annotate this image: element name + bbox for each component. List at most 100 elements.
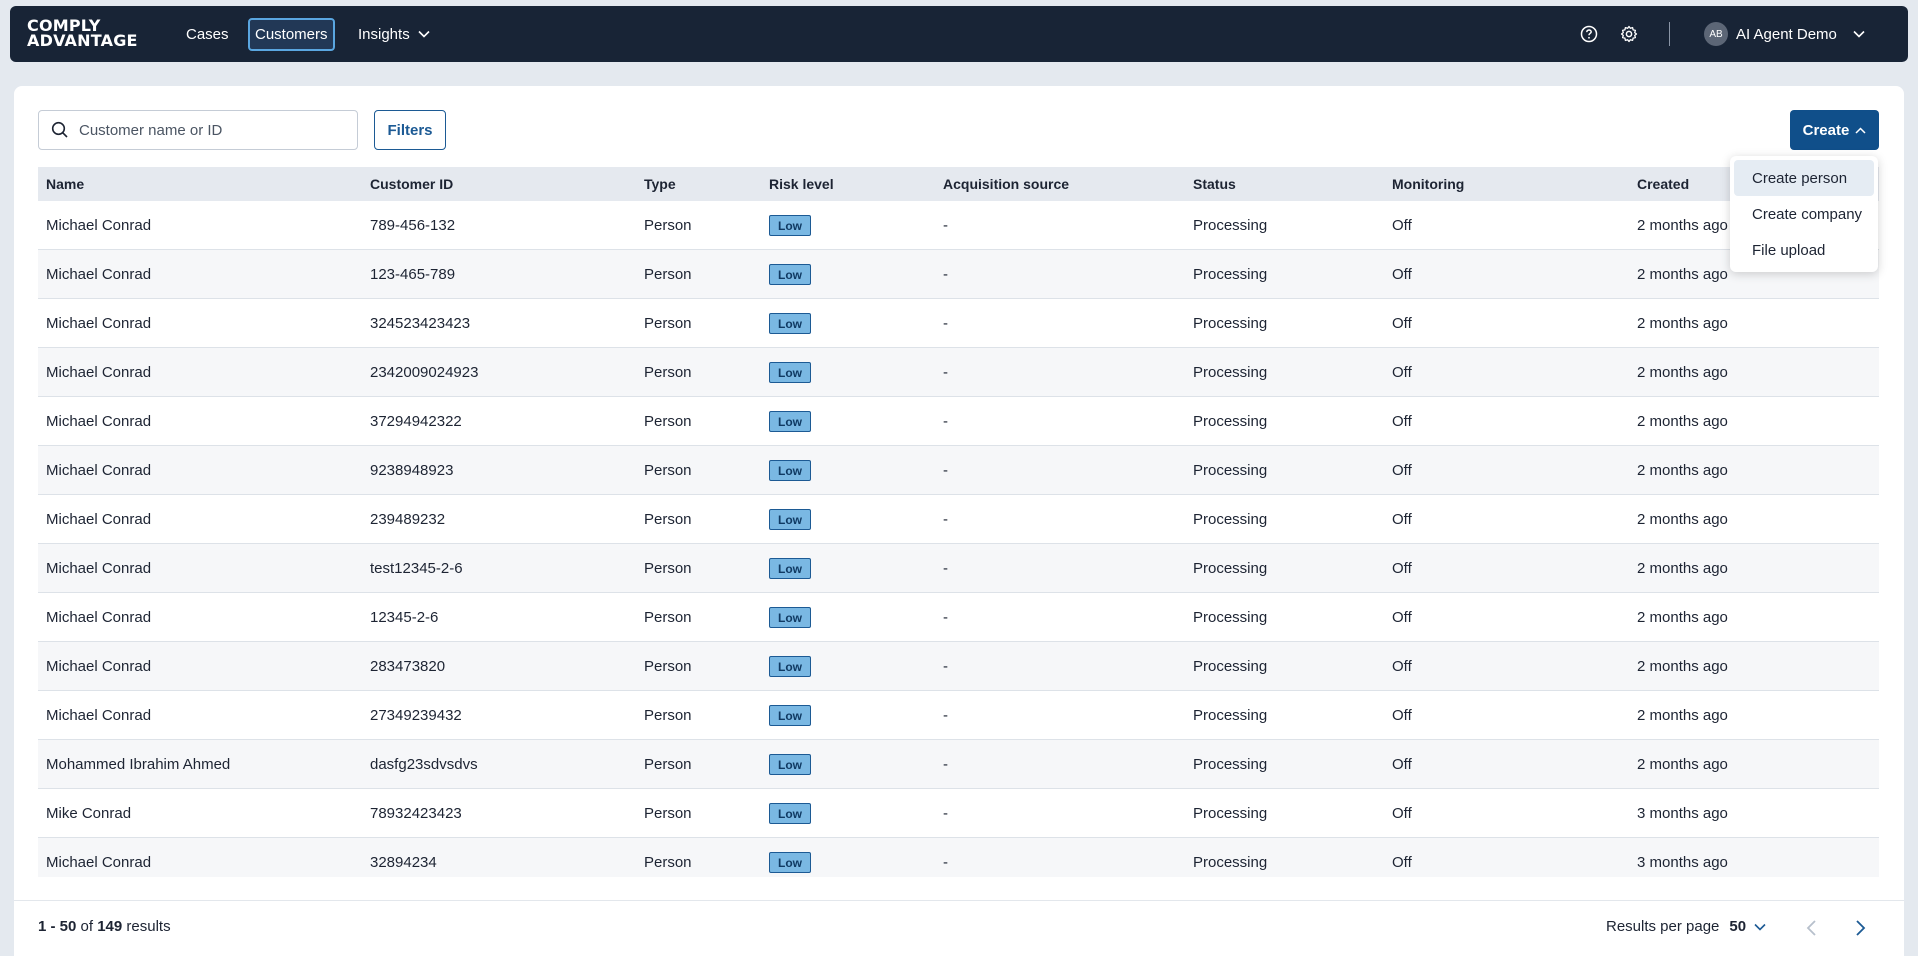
nav-customers[interactable]: Customers	[248, 18, 335, 51]
risk-level-badge: Low	[769, 802, 811, 824]
cell-customer-id: 12345-2-6	[370, 608, 439, 626]
cell-customer-id: 239489232	[370, 510, 446, 528]
cell-acquisition-source: -	[943, 755, 948, 773]
cell-acquisition-source: -	[943, 657, 948, 675]
risk-level-badge: Low	[769, 361, 811, 383]
table-row[interactable]: Michael Conrad 12345-2-6 Person Low - Process…	[38, 593, 1879, 642]
cell-type: Person	[644, 265, 692, 283]
column-header-type[interactable]: Type	[636, 176, 761, 192]
settings-gear-icon[interactable]	[1620, 6, 1638, 62]
cell-status: Processing	[1193, 314, 1268, 332]
cell-customer-id: test12345-2-6	[370, 559, 463, 577]
filters-button[interactable]: Filters	[374, 110, 446, 150]
results-per-page-select[interactable]: 50	[1729, 918, 1766, 935]
column-header-status[interactable]: Status	[1185, 176, 1384, 192]
table-row[interactable]: Mike Conrad 78932423423 Person Low - Processi…	[38, 789, 1879, 838]
menu-item-file-upload[interactable]: File upload	[1734, 232, 1874, 268]
cell-monitoring: Off	[1392, 804, 1412, 822]
cell-name: Michael Conrad	[46, 853, 152, 871]
nav-insights[interactable]: Insights	[358, 6, 430, 62]
cell-created: 2 months ago	[1637, 363, 1728, 381]
cell-status: Processing	[1193, 657, 1268, 675]
column-header-acquisition-source[interactable]: Acquisition source	[935, 176, 1185, 192]
user-menu[interactable]: AB AI Agent Demo	[1704, 6, 1865, 62]
cell-name: Mohammed Ibrahim Ahmed	[46, 755, 231, 773]
next-page-arrow-icon[interactable]	[1848, 916, 1872, 945]
cell-type: Person	[644, 706, 692, 724]
search-box[interactable]	[38, 110, 358, 150]
cell-created: 3 months ago	[1637, 853, 1728, 871]
column-header-monitoring[interactable]: Monitoring	[1384, 176, 1629, 192]
table-row[interactable]: Michael Conrad 324523423423 Person Low - Proc…	[38, 299, 1879, 348]
cell-customer-id: 2342009024923	[370, 363, 479, 381]
cell-acquisition-source: -	[943, 804, 948, 822]
cell-risk-level: Low	[761, 704, 935, 726]
cell-name: Michael Conrad	[46, 412, 152, 430]
risk-level-badge: Low	[769, 312, 811, 334]
cell-type: Person	[644, 461, 692, 479]
logo-line-2: ADVANTAGE	[27, 31, 138, 50]
cell-monitoring: Off	[1392, 412, 1412, 430]
table-row[interactable]: Michael Conrad 27349239432 Person Low - Proce…	[38, 691, 1879, 740]
table-row[interactable]: Michael Conrad 283473820 Person Low - Process…	[38, 642, 1879, 691]
table-row[interactable]: Mohammed Ibrahim Ahmed dasfg23sdvsdvs Pers…	[38, 740, 1879, 789]
cell-name: Michael Conrad	[46, 510, 152, 528]
results-per-page: Results per page 50	[1606, 918, 1766, 935]
table-row[interactable]: Michael Conrad 32894234 Person Low - Processi…	[38, 838, 1879, 877]
cell-type: Person	[644, 510, 692, 528]
chevron-down-icon	[1754, 923, 1766, 931]
cell-monitoring: Off	[1392, 608, 1412, 626]
create-button[interactable]: Create	[1790, 110, 1879, 150]
cell-created: 2 months ago	[1637, 706, 1728, 724]
create-menu: Create person Create company File upload	[1730, 156, 1878, 272]
cell-type: Person	[644, 608, 692, 626]
cell-status: Processing	[1193, 804, 1268, 822]
help-icon[interactable]	[1580, 6, 1598, 62]
table-row[interactable]: Michael Conrad 789-456-132 Person Low - Proce…	[38, 201, 1879, 250]
column-header-customer-id[interactable]: Customer ID	[362, 176, 636, 192]
cell-acquisition-source: -	[943, 608, 948, 626]
cell-created: 2 months ago	[1637, 510, 1728, 528]
table-row[interactable]: Michael Conrad test12345-2-6 Person Low - Pro…	[38, 544, 1879, 593]
cell-name: Michael Conrad	[46, 706, 152, 724]
cell-created: 2 months ago	[1637, 412, 1728, 430]
chevron-down-icon	[418, 30, 430, 38]
table-row[interactable]: Michael Conrad 2342009024923 Person Low - Pro…	[38, 348, 1879, 397]
cell-type: Person	[644, 216, 692, 234]
previous-page-arrow-icon[interactable]	[1800, 916, 1824, 945]
column-header-risk-level[interactable]: Risk level	[761, 176, 935, 192]
menu-item-create-company[interactable]: Create company	[1734, 196, 1874, 232]
user-name: AI Agent Demo	[1736, 25, 1837, 43]
table-row[interactable]: Michael Conrad 37294942322 Person Low - Proce…	[38, 397, 1879, 446]
cell-monitoring: Off	[1392, 265, 1412, 283]
cell-created: 2 months ago	[1637, 657, 1728, 675]
table-row[interactable]: Michael Conrad 123-465-789 Person Low - Proce…	[38, 250, 1879, 299]
menu-item-create-person[interactable]: Create person	[1734, 160, 1874, 196]
cell-customer-id: 27349239432	[370, 706, 462, 724]
search-input[interactable]	[79, 121, 329, 139]
cell-monitoring: Off	[1392, 510, 1412, 528]
cell-customer-id: 789-456-132	[370, 216, 456, 234]
column-header-name[interactable]: Name	[38, 176, 362, 192]
cell-acquisition-source: -	[943, 265, 948, 283]
table-row[interactable]: Michael Conrad 239489232 Person Low - Process…	[38, 495, 1879, 544]
cell-risk-level: Low	[761, 753, 935, 775]
cell-risk-level: Low	[761, 263, 935, 285]
nav-cases[interactable]: Cases	[186, 6, 229, 62]
cell-name: Michael Conrad	[46, 559, 152, 577]
cell-type: Person	[644, 314, 692, 332]
risk-level-badge: Low	[769, 508, 811, 530]
table-row[interactable]: Michael Conrad 9238948923 Person Low - Proces…	[38, 446, 1879, 495]
cell-created: 2 months ago	[1637, 755, 1728, 773]
comply-advantage-logo[interactable]: COMPLY ADVANTAGE	[27, 18, 138, 50]
cell-type: Person	[644, 363, 692, 381]
cell-name: Michael Conrad	[46, 657, 152, 675]
risk-level-badge: Low	[769, 263, 811, 285]
results-label: results	[126, 918, 171, 935]
cell-name: Michael Conrad	[46, 216, 152, 234]
cell-monitoring: Off	[1392, 363, 1412, 381]
table-body: Michael Conrad 789-456-132 Person Low - Proce…	[38, 201, 1879, 877]
cell-name: Michael Conrad	[46, 608, 152, 626]
cell-status: Processing	[1193, 510, 1268, 528]
cell-name: Michael Conrad	[46, 265, 152, 283]
